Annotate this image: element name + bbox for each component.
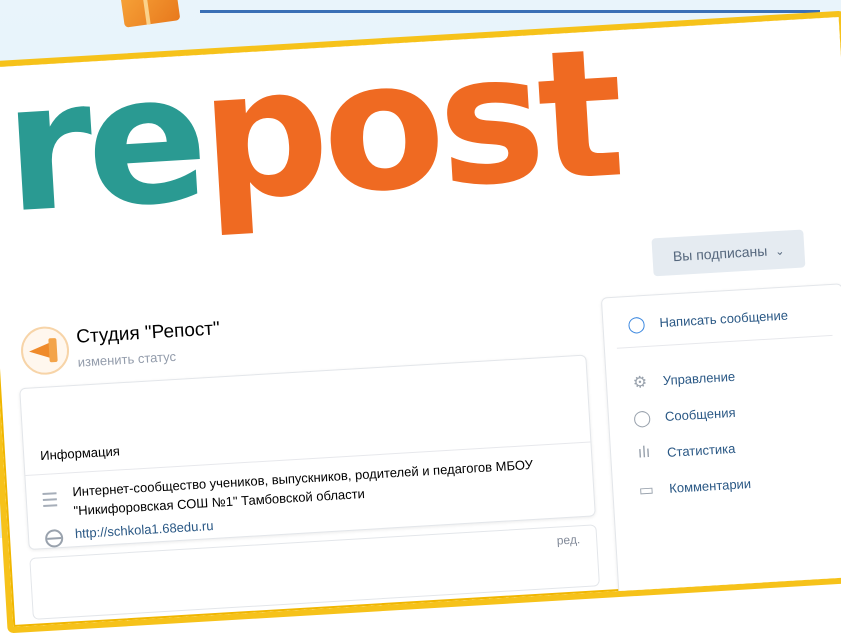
change-status-link[interactable]: изменить статус (77, 349, 176, 370)
subscribed-button[interactable]: Вы подписаны ⌄ (651, 229, 806, 277)
group-description: Интернет-сообщество учеников, выпускнико… (72, 456, 534, 519)
menu-item-messages[interactable]: ◯ Сообщения (631, 403, 736, 428)
cover-word-post: post (195, 10, 624, 241)
menu-item-label: Управление (662, 368, 736, 388)
group-avatar[interactable] (19, 325, 71, 377)
menu-item-manage[interactable]: ⚙ Управление (628, 367, 736, 392)
menu-item-comments[interactable]: ▭ Комментарии (635, 474, 752, 500)
comment-icon: ▭ (638, 481, 655, 500)
globe-icon (44, 528, 64, 548)
info-panel: Информация Интернет-сообщество учеников,… (19, 354, 596, 550)
description-icon (42, 492, 58, 511)
chevron-down-icon: ⌄ (774, 245, 785, 259)
chat-bubble-icon: ◯ (632, 409, 652, 428)
actions-panel: ◯ Написать сообщение ⚙ Управление ◯ Сооб… (600, 283, 841, 600)
vk-group-card: repost Вы подписаны ⌄ Студия "Репост" из… (0, 10, 841, 633)
actions-divider (616, 334, 833, 349)
header-line (200, 10, 820, 13)
edit-link[interactable]: ред. (556, 532, 580, 547)
menu-item-statistics[interactable]: ılı Статистика (633, 439, 736, 463)
gear-icon: ⚙ (632, 374, 648, 392)
cover-logo-text: repost (0, 11, 623, 253)
menu-item-label: Сообщения (664, 404, 736, 424)
chat-bubble-icon: ◯ (627, 316, 646, 335)
group-name: Студия "Репост" (75, 318, 221, 348)
menu-item-label: Комментарии (668, 475, 752, 496)
menu-item-label: Статистика (666, 440, 736, 460)
info-title: Информация (39, 443, 121, 464)
group-cover: repost (0, 11, 841, 268)
bar-chart-icon: ılı (637, 443, 651, 462)
write-message-button[interactable]: ◯ Написать сообщение (625, 306, 788, 334)
subscribed-label: Вы подписаны (672, 242, 768, 265)
cover-word-re: re (0, 34, 208, 253)
write-message-label: Написать сообщение (658, 307, 789, 330)
